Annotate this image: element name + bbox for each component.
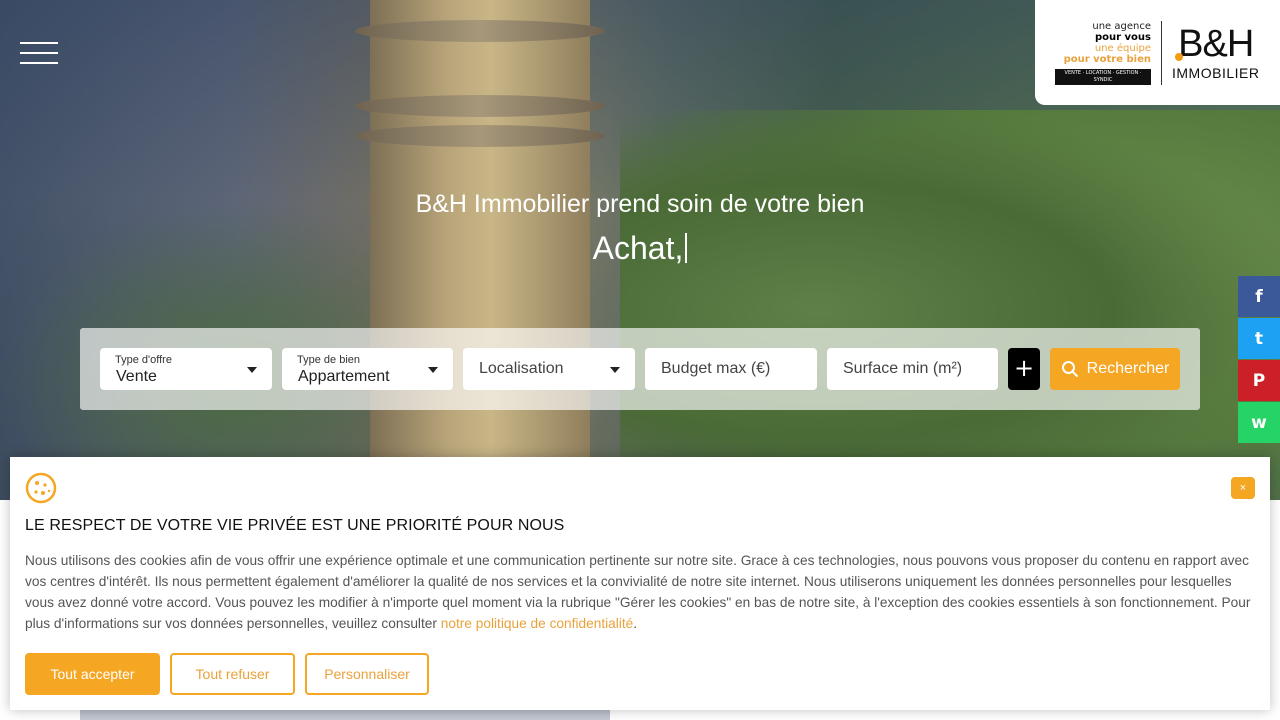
logo-dot <box>1175 52 1184 61</box>
facebook-icon[interactable]: f <box>1238 276 1280 317</box>
hero-typed-value: Achat, <box>592 230 684 266</box>
chevron-down-icon <box>247 367 257 373</box>
cookie-body-end: . <box>633 616 638 631</box>
logo-tagline-line4: pour votre bien <box>1063 53 1151 65</box>
search-panel: Type d'offre Vente Type de bien Appartem… <box>80 328 1200 410</box>
more-criteria-button[interactable]: + <box>1008 348 1040 390</box>
cookie-icon <box>25 472 57 504</box>
surface-placeholder: Surface min (m²) <box>843 360 963 377</box>
offer-type-select[interactable]: Type d'offre Vente <box>100 348 272 390</box>
offer-type-label: Type d'offre <box>115 354 172 366</box>
cookie-banner: × LE RESPECT DE VOTRE VIE PRIVÉE EST UNE… <box>10 457 1270 710</box>
accept-all-button[interactable]: Tout accepter <box>25 653 160 695</box>
pinterest-icon[interactable]: P <box>1238 360 1280 401</box>
location-select[interactable]: Localisation <box>463 348 635 390</box>
search-icon <box>1061 361 1078 377</box>
customize-button[interactable]: Personnaliser <box>305 653 429 695</box>
privacy-policy-link[interactable]: notre politique de confidentialité <box>441 616 634 631</box>
logo-tagline-line2: pour vous <box>1094 31 1151 43</box>
background-trees <box>620 110 1280 500</box>
typing-caret <box>685 233 688 263</box>
property-type-value: Appartement <box>298 368 390 385</box>
cookie-title: LE RESPECT DE VOTRE VIE PRIVÉE EST UNE P… <box>25 517 565 534</box>
property-type-select[interactable]: Type de bien Appartement <box>282 348 453 390</box>
budget-placeholder: Budget max (€) <box>661 360 771 377</box>
refuse-all-button[interactable]: Tout refuser <box>170 653 295 695</box>
whatsapp-icon[interactable]: w <box>1238 402 1280 443</box>
location-placeholder: Localisation <box>479 360 564 377</box>
logo-divider <box>1161 20 1162 85</box>
property-type-label: Type de bien <box>297 354 360 366</box>
logo-mark: B&H IMMOBILIER <box>1172 25 1259 81</box>
surface-input[interactable]: Surface min (m²) <box>827 348 998 390</box>
menu-hamburger-icon[interactable] <box>20 42 58 64</box>
cookie-body-text: Nous utilisons des cookies afin de vous … <box>25 553 1251 631</box>
search-button[interactable]: Rechercher <box>1050 348 1180 390</box>
hero-title: B&H Immobilier prend soin de votre bien <box>415 190 865 218</box>
tower-band <box>355 95 605 117</box>
social-share-bar: f t P w <box>1238 276 1280 444</box>
logo-tagline-line1: une agence <box>1092 20 1151 32</box>
cookie-close-button[interactable]: × <box>1231 477 1255 499</box>
logo-tagline-line3: une équipe <box>1094 42 1151 54</box>
chevron-down-icon <box>610 367 620 373</box>
cookie-body: Nous utilisons des cookies afin de vous … <box>25 550 1257 634</box>
logo-brand: B&H <box>1178 22 1254 65</box>
chevron-down-icon <box>428 367 438 373</box>
search-button-label: Rechercher <box>1086 360 1170 377</box>
logo-brand-sub: IMMOBILIER <box>1172 64 1260 81</box>
budget-input[interactable]: Budget max (€) <box>645 348 817 390</box>
logo-tagline: une agence pour vous une équipe pour vot… <box>1055 21 1151 85</box>
logo-services: VENTE · LOCATION · GESTION · SYNDIC <box>1055 68 1151 85</box>
tower-band <box>355 20 605 42</box>
tower-band <box>355 125 605 147</box>
site-logo[interactable]: une agence pour vous une équipe pour vot… <box>1035 0 1280 105</box>
offer-type-value: Vente <box>116 368 157 385</box>
hero-typed-text: Achat, <box>0 230 1280 267</box>
twitter-icon[interactable]: t <box>1238 318 1280 359</box>
